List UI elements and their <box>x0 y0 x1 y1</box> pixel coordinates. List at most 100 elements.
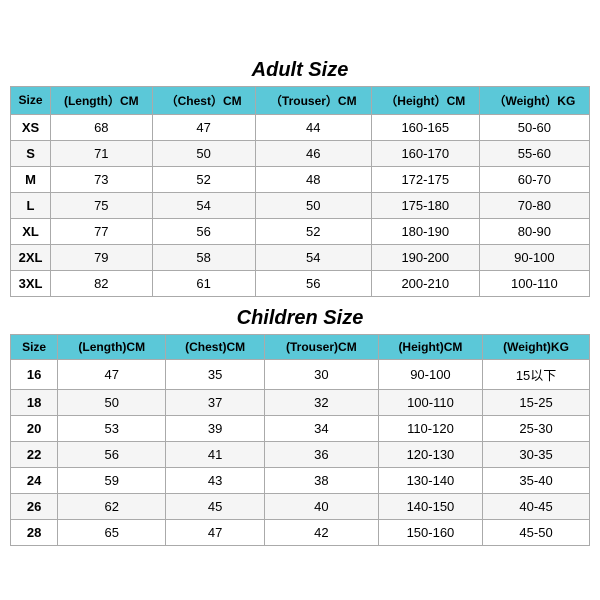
table-cell: 22 <box>11 441 58 467</box>
children-section-title: Children Size <box>10 301 590 334</box>
table-cell: 2XL <box>11 244 51 270</box>
table-cell: 30 <box>264 359 378 389</box>
table-cell: 62 <box>58 493 166 519</box>
table-cell: 175-180 <box>371 192 479 218</box>
table-cell: 50 <box>152 140 255 166</box>
table-cell: 80-90 <box>479 218 589 244</box>
size-chart-container: Adult Size Size(Length）CM（Chest）CM（Trous… <box>10 53 590 548</box>
table-cell: XS <box>11 114 51 140</box>
table-cell: 16 <box>11 359 58 389</box>
table-cell: 56 <box>58 441 166 467</box>
table-cell: 59 <box>58 467 166 493</box>
table-cell: 15以下 <box>483 359 590 389</box>
adult-col-header: （Height）CM <box>371 86 479 114</box>
table-cell: 79 <box>51 244 153 270</box>
table-cell: 38 <box>264 467 378 493</box>
table-cell: 34 <box>264 415 378 441</box>
table-cell: 52 <box>255 218 371 244</box>
table-cell: 24 <box>11 467 58 493</box>
table-row: 22564136120-13030-35 <box>11 441 590 467</box>
table-cell: L <box>11 192 51 218</box>
table-cell: 160-170 <box>371 140 479 166</box>
children-col-header: (Chest)CM <box>166 334 265 359</box>
adult-col-header: （Trouser）CM <box>255 86 371 114</box>
children-col-header: (Trouser)CM <box>264 334 378 359</box>
table-cell: M <box>11 166 51 192</box>
table-cell: 20 <box>11 415 58 441</box>
table-cell: 44 <box>255 114 371 140</box>
table-cell: 3XL <box>11 270 51 296</box>
table-cell: 120-130 <box>378 441 482 467</box>
table-cell: 30-35 <box>483 441 590 467</box>
table-cell: 160-165 <box>371 114 479 140</box>
table-cell: 58 <box>152 244 255 270</box>
table-cell: 15-25 <box>483 389 590 415</box>
table-cell: 190-200 <box>371 244 479 270</box>
table-cell: 45-50 <box>483 519 590 545</box>
table-cell: 36 <box>264 441 378 467</box>
table-cell: 110-120 <box>378 415 482 441</box>
table-row: L755450175-18070-80 <box>11 192 590 218</box>
table-row: S715046160-17055-60 <box>11 140 590 166</box>
table-row: 18503732100-11015-25 <box>11 389 590 415</box>
table-cell: 35 <box>166 359 265 389</box>
table-cell: 50 <box>58 389 166 415</box>
table-cell: 56 <box>152 218 255 244</box>
table-row: 3XL826156200-210100-110 <box>11 270 590 296</box>
adult-size-table: Size(Length）CM（Chest）CM（Trouser）CM（Heigh… <box>10 86 590 297</box>
table-cell: 26 <box>11 493 58 519</box>
table-cell: XL <box>11 218 51 244</box>
table-cell: 42 <box>264 519 378 545</box>
table-cell: 37 <box>166 389 265 415</box>
table-cell: 55-60 <box>479 140 589 166</box>
table-cell: 39 <box>166 415 265 441</box>
table-cell: 70-80 <box>479 192 589 218</box>
adult-table-body: XS684744160-16550-60S715046160-17055-60M… <box>11 114 590 296</box>
table-cell: 54 <box>152 192 255 218</box>
table-cell: 140-150 <box>378 493 482 519</box>
children-table-header: Size(Length)CM(Chest)CM(Trouser)CM(Heigh… <box>11 334 590 359</box>
table-row: 26624540140-15040-45 <box>11 493 590 519</box>
adult-col-header: (Length）CM <box>51 86 153 114</box>
table-cell: 150-160 <box>378 519 482 545</box>
table-cell: 180-190 <box>371 218 479 244</box>
adult-col-header: （Chest）CM <box>152 86 255 114</box>
table-cell: 35-40 <box>483 467 590 493</box>
table-cell: 65 <box>58 519 166 545</box>
table-cell: 90-100 <box>378 359 482 389</box>
table-cell: S <box>11 140 51 166</box>
table-cell: 75 <box>51 192 153 218</box>
table-cell: 46 <box>255 140 371 166</box>
table-cell: 50-60 <box>479 114 589 140</box>
table-cell: 61 <box>152 270 255 296</box>
adult-col-header: Size <box>11 86 51 114</box>
table-row: M735248172-17560-70 <box>11 166 590 192</box>
table-cell: 18 <box>11 389 58 415</box>
table-cell: 60-70 <box>479 166 589 192</box>
table-cell: 90-100 <box>479 244 589 270</box>
table-row: XL775652180-19080-90 <box>11 218 590 244</box>
table-cell: 40 <box>264 493 378 519</box>
table-cell: 25-30 <box>483 415 590 441</box>
table-cell: 200-210 <box>371 270 479 296</box>
table-cell: 130-140 <box>378 467 482 493</box>
table-row: 2XL795854190-20090-100 <box>11 244 590 270</box>
table-cell: 43 <box>166 467 265 493</box>
table-row: 24594338130-14035-40 <box>11 467 590 493</box>
table-cell: 47 <box>58 359 166 389</box>
table-row: 20533934110-12025-30 <box>11 415 590 441</box>
table-cell: 50 <box>255 192 371 218</box>
table-cell: 53 <box>58 415 166 441</box>
table-cell: 45 <box>166 493 265 519</box>
table-cell: 52 <box>152 166 255 192</box>
table-cell: 77 <box>51 218 153 244</box>
table-cell: 172-175 <box>371 166 479 192</box>
table-row: 28654742150-16045-50 <box>11 519 590 545</box>
children-col-header: Size <box>11 334 58 359</box>
table-cell: 40-45 <box>483 493 590 519</box>
table-cell: 32 <box>264 389 378 415</box>
children-col-header: (Weight)KG <box>483 334 590 359</box>
table-cell: 71 <box>51 140 153 166</box>
table-cell: 68 <box>51 114 153 140</box>
adult-col-header: （Weight）KG <box>479 86 589 114</box>
